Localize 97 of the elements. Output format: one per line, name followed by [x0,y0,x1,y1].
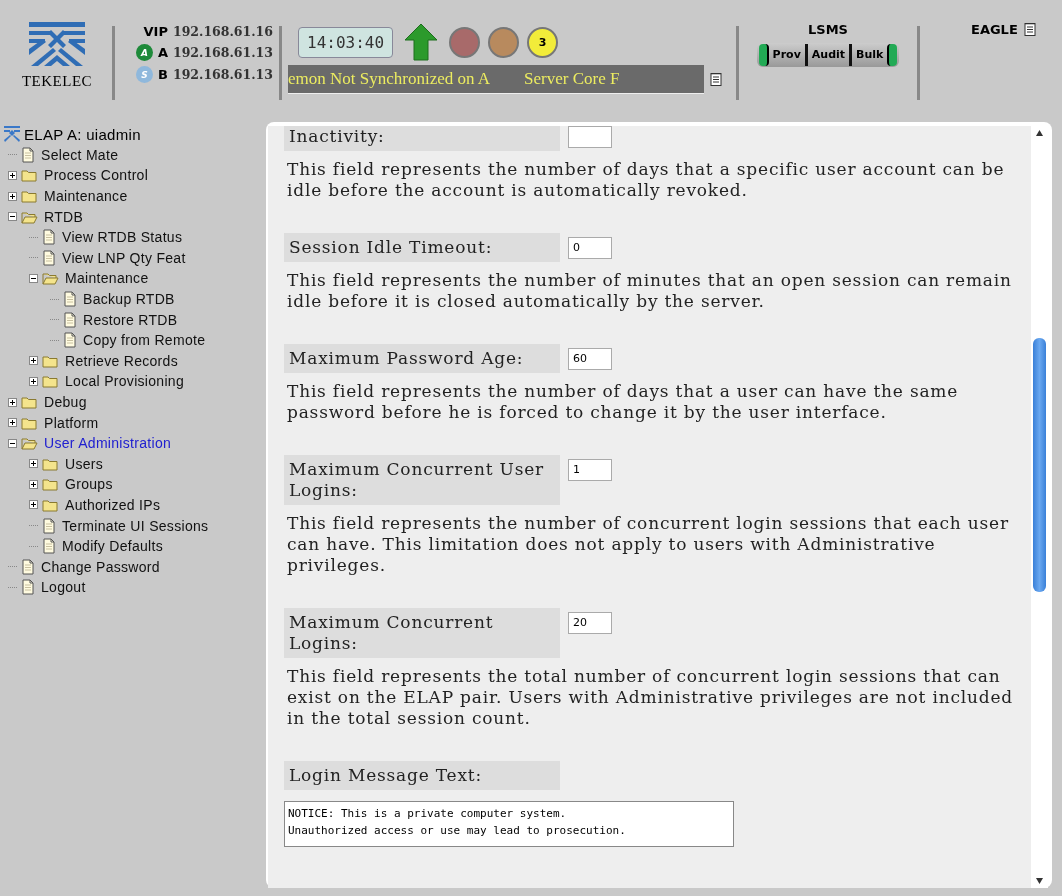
collapse-icon[interactable] [8,212,17,222]
page-icon [42,249,56,266]
server-badge: S [136,66,154,83]
input-field[interactable]: 1 [568,459,612,481]
alarm-light[interactable] [488,26,520,58]
server-label: B [158,67,168,82]
tree-item[interactable]: Local Provisioning [65,373,185,390]
field-description: This field represents the number of days that a user can have the same password before he is forced to change it by the user interface. [287,381,960,423]
input-field[interactable]: 0 [568,237,612,259]
expand-icon[interactable] [8,397,17,407]
page-icon [21,558,35,575]
server-ip: 192.168.61.13 [172,45,273,60]
server-label: VIP [143,24,168,39]
field-label: Maximum Password Age: [284,344,560,373]
page-icon [42,229,56,246]
field-label: Session Idle Timeout: [284,233,560,262]
server-label: A [157,45,168,60]
page-icon [42,517,56,534]
collapse-icon[interactable] [8,438,17,448]
tree-item[interactable]: Restore RTDB [83,311,178,328]
text-area[interactable]: NOTICE: This is a private computer system. Unauthorized access or use may lead to prosecution. [284,801,734,847]
status-cap [887,44,898,66]
server-badge: A [135,44,153,61]
logo-text: TEKELEC [21,73,93,90]
tree-item[interactable]: Terminate UI Sessions [62,517,209,534]
tree-item[interactable]: Modify Defaults [62,538,163,555]
expand-icon[interactable] [8,171,17,180]
field-label: Maximum Concurrent User Logins: [284,455,560,505]
lsms-button[interactable]: Bulk [852,44,888,66]
expand-icon[interactable] [29,459,38,469]
page-icon [21,579,35,596]
field-description: This field represents the number of concurrent login sessions that each user can have. This limitation does not apply to users with Administrative privileges. [287,513,1010,576]
page-icon [42,538,56,555]
tree-item[interactable]: Debug [44,394,87,410]
status-cap [758,44,769,66]
alarm-message: emon Not Synchronized on A [288,69,491,89]
input-field[interactable]: 20 [568,612,612,634]
field-label: Maximum Concurrent Logins: [284,608,560,658]
page-icon [63,311,77,328]
tree-item[interactable]: Maintenance [65,270,149,287]
folder-icon [42,270,59,287]
field-label: Inactivity: [284,126,560,151]
alarm-light[interactable] [449,26,481,58]
input-field[interactable] [568,126,612,148]
page-icon [21,146,35,163]
folder-icon [42,497,59,513]
alarm-light[interactable]: 3 [527,26,559,58]
tree-item[interactable]: Change Password [41,558,160,575]
tree-item[interactable]: Select Mate [41,146,119,163]
lsms-button[interactable]: Prov [768,44,808,66]
scroll-thumb[interactable] [1033,338,1046,592]
clock-display: 14:03:40 [298,26,394,58]
tree-item[interactable]: Platform [44,414,99,431]
folder-icon [21,435,38,452]
alarm-message: Server Core F [524,69,620,89]
server-ip: 192.168.61.16 [172,24,273,39]
folder-icon [42,476,59,493]
eagle-title: EAGLE [971,22,1018,37]
tree-item[interactable]: Backup RTDB [83,291,175,308]
tree-item[interactable]: Copy from Remote [83,332,206,349]
tree-item[interactable]: Maintenance [44,188,128,205]
folder-icon [42,373,59,390]
expand-icon[interactable] [29,356,38,366]
lsms-button[interactable]: Audit [807,44,853,66]
field-description: This field represents the number of minutes that an open session can remain idle before it is closed automatically by the server. [287,270,1013,312]
tree-item[interactable]: View RTDB Status [62,229,183,246]
expand-icon[interactable] [8,191,17,201]
tree-item[interactable]: Groups [65,476,113,493]
lsms-title: LSMS [808,22,848,37]
page-icon [63,291,77,308]
tree-item[interactable]: Process Control [44,167,149,184]
expand-icon[interactable] [29,376,38,386]
field-label: Login Message Text: [284,761,560,790]
server-ip: 192.168.61.13 [172,67,273,82]
field-description: This field represents the total number of concurrent login sessions that can exist on the ELAP pair. Users with Administrative privileges are not included in the total session count. [287,666,1014,729]
folder-icon [21,394,38,410]
tree-item[interactable]: Authorized IPs [65,497,161,513]
tree-item[interactable]: Logout [41,579,86,596]
expand-icon[interactable] [8,418,17,428]
page-icon [63,332,77,349]
tree-root: ELAP A: uiadmin [24,125,141,143]
notepad-icon[interactable] [710,72,722,87]
notepad-icon[interactable] [1023,22,1036,37]
logo-icon [27,22,87,67]
tree-item[interactable]: User Administration [44,435,172,452]
tree-item[interactable]: Retrieve Records [65,352,178,369]
input-field[interactable]: 60 [568,348,612,370]
tree-item[interactable]: View LNP Qty Feat [62,249,186,266]
expand-icon[interactable] [29,479,38,489]
tree-item[interactable]: RTDB [44,208,84,225]
collapse-icon[interactable] [29,273,38,283]
folder-icon [21,188,38,205]
expand-icon[interactable] [29,500,38,510]
tree-item[interactable]: Users [65,455,104,472]
app-logo-icon [4,126,20,143]
folder-icon [21,167,38,184]
field-description: This field represents the number of days that a specific user account can be idle before the account is automatically revoked. [287,159,1006,201]
